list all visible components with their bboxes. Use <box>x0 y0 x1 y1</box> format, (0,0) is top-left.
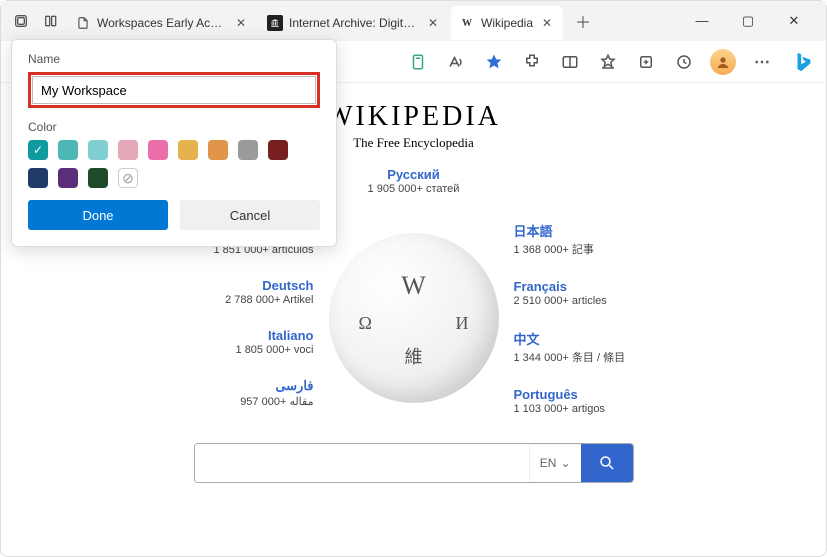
lang-link[interactable]: فارسی957 000+ مقاله <box>240 378 313 408</box>
chevron-down-icon: ⌄ <box>560 456 570 470</box>
profile-avatar[interactable] <box>710 49 736 75</box>
extensions-icon[interactable] <box>520 50 544 74</box>
color-swatch[interactable] <box>268 140 288 160</box>
wikipedia-icon: W <box>459 15 475 31</box>
workspace-name-input[interactable] <box>32 76 316 104</box>
cancel-button[interactable]: Cancel <box>180 200 320 230</box>
archive-icon <box>267 15 283 31</box>
color-label: Color <box>28 120 320 134</box>
lang-link[interactable]: Français2 510 000+ articles <box>514 279 607 307</box>
color-swatch[interactable] <box>88 168 108 188</box>
search-language-select[interactable]: EN ⌄ <box>529 444 581 482</box>
favorites-list-icon[interactable] <box>596 50 620 74</box>
done-button[interactable]: Done <box>28 200 168 230</box>
color-swatch[interactable] <box>208 140 228 160</box>
name-input-highlight <box>28 72 320 108</box>
favorite-star-icon[interactable] <box>482 50 506 74</box>
new-tab-button[interactable]: ＋ <box>569 7 597 35</box>
split-screen-icon[interactable] <box>558 50 582 74</box>
tab-wikipedia[interactable]: W Wikipedia ✕ <box>451 6 563 40</box>
color-swatch-none[interactable] <box>118 168 138 188</box>
lang-link[interactable]: Português1 103 000+ artigos <box>514 387 605 415</box>
page-icon <box>75 15 91 31</box>
bing-icon[interactable] <box>788 47 818 77</box>
tab-actions-icon[interactable] <box>37 7 65 35</box>
search-input[interactable] <box>195 444 529 482</box>
maximize-button[interactable]: ▢ <box>734 13 762 29</box>
search-bar: EN ⌄ <box>194 443 634 483</box>
color-swatch[interactable] <box>238 140 258 160</box>
tab-workspaces[interactable]: Workspaces Early Access ✕ <box>67 6 257 40</box>
tab-label: Workspaces Early Access <box>97 16 227 30</box>
close-icon[interactable]: ✕ <box>233 15 249 31</box>
minimize-button[interactable]: — <box>688 13 716 29</box>
close-icon[interactable]: ✕ <box>425 15 441 31</box>
lang-link[interactable]: 中文1 344 000+ 条目 / 條目 <box>514 329 626 365</box>
color-swatch[interactable] <box>178 140 198 160</box>
close-icon[interactable]: ✕ <box>539 15 555 31</box>
color-swatch-row-1 <box>28 140 320 160</box>
workspace-popup: Name Color Done Cancel <box>11 39 337 247</box>
name-label: Name <box>28 52 320 66</box>
tab-label: Internet Archive: Digital Lib <box>289 16 419 30</box>
color-swatch[interactable] <box>148 140 168 160</box>
tab-strip: Workspaces Early Access ✕ Internet Archi… <box>1 1 826 41</box>
wikipedia-subtitle: The Free Encyclopedia <box>353 135 474 151</box>
read-aloud-icon[interactable] <box>444 50 468 74</box>
color-swatch-row-2 <box>28 168 320 188</box>
color-swatch[interactable] <box>28 168 48 188</box>
tab-archive[interactable]: Internet Archive: Digital Lib ✕ <box>259 6 449 40</box>
color-swatch[interactable] <box>58 168 78 188</box>
wikipedia-globe: WΩИ維 <box>329 233 499 403</box>
tab-label: Wikipedia <box>481 16 533 30</box>
wikipedia-wordmark: WIKIPEDIA <box>326 101 501 133</box>
color-swatch[interactable] <box>28 140 48 160</box>
shopping-icon[interactable] <box>406 50 430 74</box>
color-swatch[interactable] <box>58 140 78 160</box>
lang-link[interactable]: 日本語1 368 000+ 記事 <box>514 221 594 257</box>
lang-link[interactable]: Deutsch2 788 000+ Artikel <box>225 278 313 306</box>
lang-link[interactable]: Italiano1 805 000+ voci <box>236 328 314 356</box>
close-window-button[interactable]: ✕ <box>780 13 808 29</box>
window-controls: — ▢ ✕ <box>676 13 820 29</box>
more-icon[interactable]: ⋯ <box>750 50 774 74</box>
history-icon[interactable] <box>672 50 696 74</box>
lang-link-ru[interactable]: Русский 1 905 000+ статей <box>368 167 460 195</box>
color-swatch[interactable] <box>88 140 108 160</box>
color-swatch[interactable] <box>118 140 138 160</box>
collections-icon[interactable] <box>634 50 658 74</box>
workspaces-icon[interactable] <box>7 7 35 35</box>
search-button[interactable] <box>581 444 633 482</box>
